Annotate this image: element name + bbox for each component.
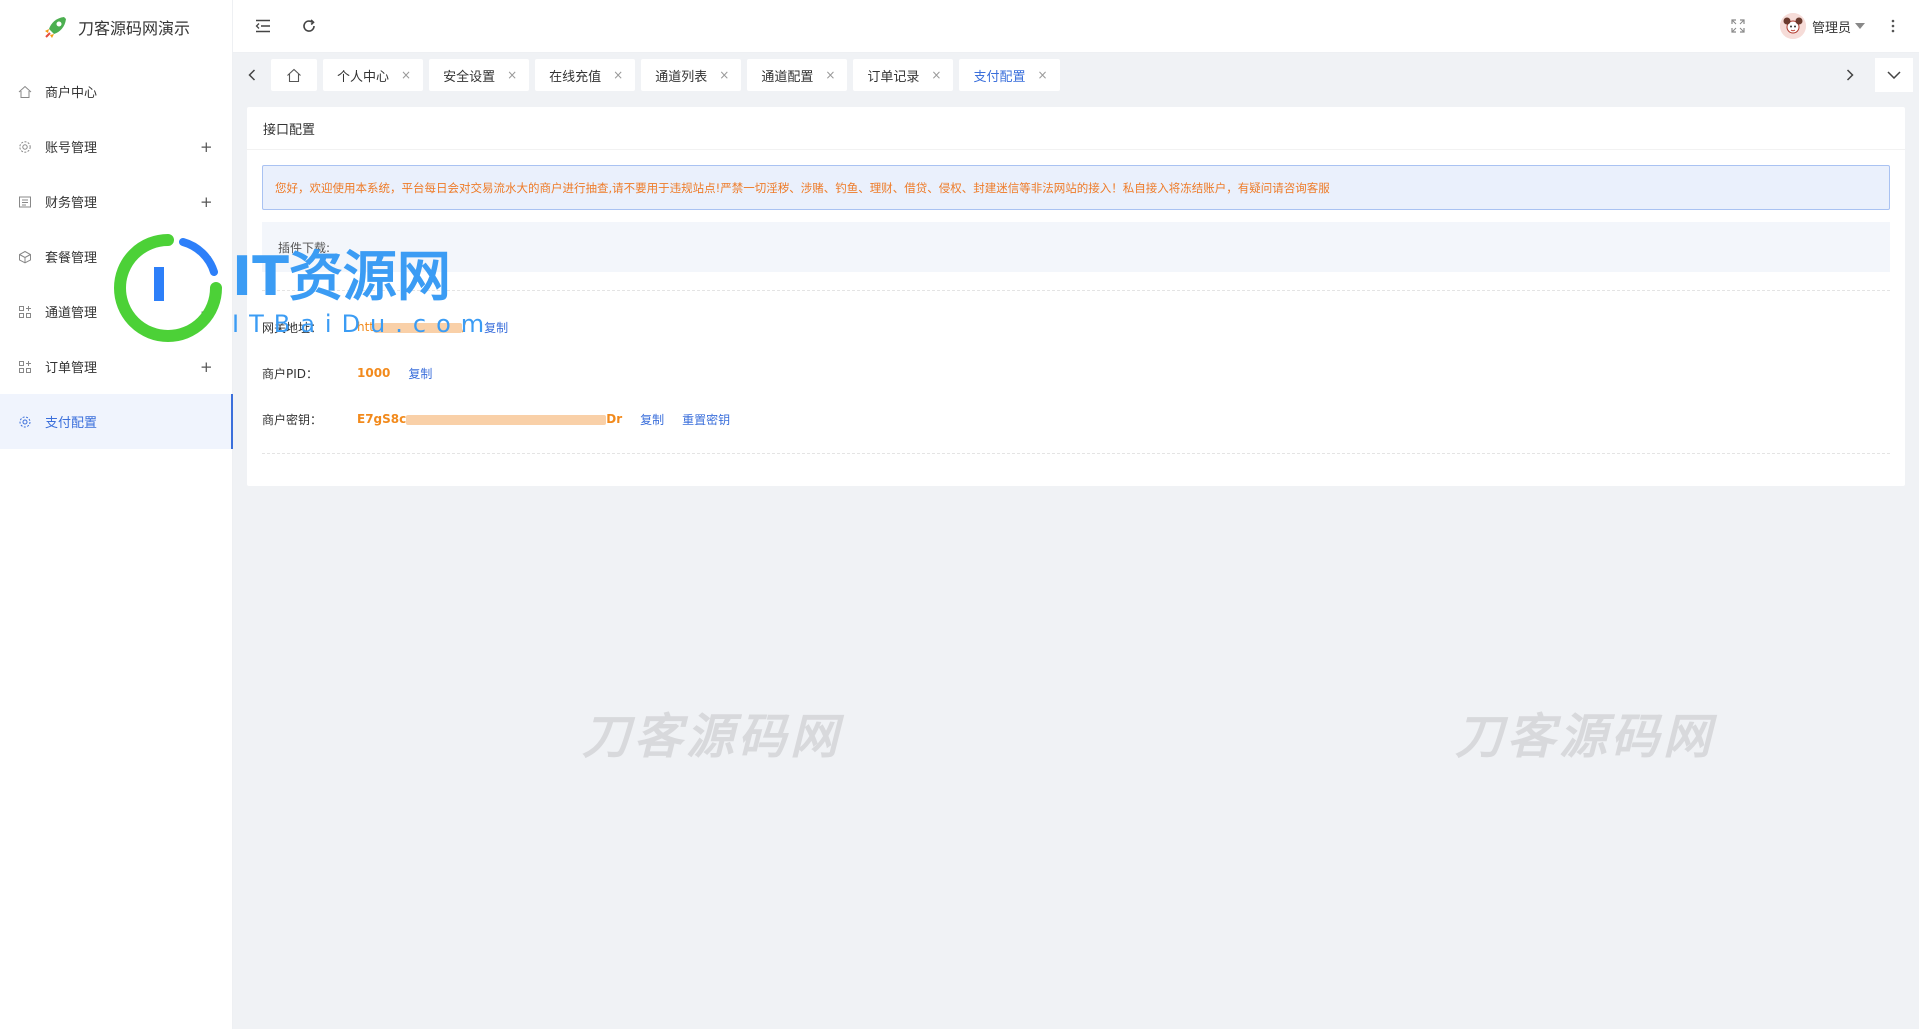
sidebar-item-orders[interactable]: 订单管理 + bbox=[0, 339, 232, 394]
tab-label: 支付配置 bbox=[973, 69, 1026, 85]
package-icon bbox=[18, 250, 32, 264]
expand-icon[interactable]: + bbox=[200, 193, 213, 211]
home-icon bbox=[18, 85, 32, 99]
tab-label: 通道配置 bbox=[761, 69, 814, 85]
more-vertical-icon[interactable] bbox=[1881, 14, 1905, 38]
sidebar-item-label: 商户中心 bbox=[45, 86, 98, 101]
sidebar-item-account[interactable]: 账号管理 + bbox=[0, 119, 232, 174]
key-value: E7gS8c Dr bbox=[357, 412, 622, 426]
top-header: 管理员 bbox=[233, 0, 1919, 53]
tab-label: 个人中心 bbox=[337, 69, 390, 85]
sidebar-item-label: 订单管理 bbox=[45, 361, 98, 376]
tabs-dropdown-icon[interactable] bbox=[1875, 58, 1913, 92]
pid-row: 商户PID： 1000 复制 bbox=[262, 363, 1905, 383]
user-name[interactable]: 管理员 bbox=[1812, 17, 1851, 36]
tab-payment-config[interactable]: 支付配置 × bbox=[959, 59, 1060, 91]
app-title: 刀客源码网演示 bbox=[78, 18, 191, 38]
close-icon[interactable]: × bbox=[613, 68, 623, 82]
refresh-icon[interactable] bbox=[297, 14, 321, 38]
gear-icon bbox=[18, 140, 32, 154]
tabs-bar: 个人中心 × 安全设置 × 在线充值 × 通道列表 × 通道配置 × 订单记录 … bbox=[233, 53, 1919, 97]
avatar[interactable] bbox=[1779, 13, 1806, 39]
close-icon[interactable]: × bbox=[931, 68, 941, 82]
home-icon bbox=[287, 68, 301, 82]
watermark-text: 刀客源码网 bbox=[582, 709, 843, 765]
expand-icon[interactable]: + bbox=[200, 358, 213, 376]
tab-order-records[interactable]: 订单记录 × bbox=[853, 59, 954, 91]
reset-key-button[interactable]: 重置密钥 bbox=[682, 411, 730, 428]
tab-personal-center[interactable]: 个人中心 × bbox=[323, 59, 424, 91]
redacted-bar bbox=[406, 414, 607, 425]
app-logo[interactable]: 刀客源码网演示 bbox=[0, 0, 232, 53]
divider bbox=[262, 453, 1890, 454]
sidebar-item-merchant-center[interactable]: 商户中心 bbox=[0, 64, 232, 119]
tab-label: 安全设置 bbox=[443, 69, 496, 85]
tab-channel-list[interactable]: 通道列表 × bbox=[641, 59, 742, 91]
key-label: 商户密钥： bbox=[262, 412, 323, 427]
tab-label: 订单记录 bbox=[867, 69, 920, 85]
sidebar: 刀客源码网演示 商户中心 账号管理 + 财务管理 + 套餐管理 + 通道管理 +… bbox=[0, 0, 233, 1029]
rocket-icon bbox=[45, 16, 66, 38]
close-icon[interactable]: × bbox=[719, 68, 729, 82]
card-title: 接口配置 bbox=[247, 107, 1905, 150]
tab-label: 通道列表 bbox=[655, 69, 708, 85]
tabs-list: 个人中心 × 安全设置 × 在线充值 × 通道列表 × 通道配置 × 订单记录 … bbox=[271, 59, 1060, 91]
copy-pid-button[interactable]: 复制 bbox=[408, 365, 432, 382]
sidebar-item-label: 财务管理 bbox=[45, 196, 98, 211]
tab-label: 在线充值 bbox=[549, 69, 602, 85]
watermark-text: 刀客源码网 bbox=[1455, 709, 1716, 765]
tab-channel-config[interactable]: 通道配置 × bbox=[747, 59, 848, 91]
sidebar-item-label: 账号管理 bbox=[45, 141, 98, 156]
close-icon[interactable]: × bbox=[825, 68, 835, 82]
apps-icon bbox=[18, 305, 32, 319]
finance-icon bbox=[18, 195, 32, 209]
settings-icon bbox=[18, 415, 32, 429]
it-logo-subtext: ITBaiDu.com bbox=[232, 310, 495, 338]
sidebar-item-payment-config[interactable]: 支付配置 bbox=[0, 394, 233, 449]
copy-key-button[interactable]: 复制 bbox=[640, 411, 664, 428]
tabs-scroll-right-icon[interactable] bbox=[1831, 53, 1869, 97]
notice-banner: 您好，欢迎使用本系统，平台每日会对交易流水大的商户进行抽查,请不要用于违规站点!… bbox=[262, 165, 1890, 210]
key-value-prefix: E7gS8c bbox=[357, 412, 407, 426]
it-logo-text: IT资源网 bbox=[232, 245, 451, 308]
chevron-down-icon[interactable] bbox=[1855, 23, 1865, 29]
key-value-suffix: Dr bbox=[606, 412, 623, 426]
tab-online-recharge[interactable]: 在线充值 × bbox=[535, 59, 636, 91]
pid-value: 1000 bbox=[357, 366, 391, 380]
close-icon[interactable]: × bbox=[1037, 68, 1047, 82]
collapse-menu-icon[interactable] bbox=[251, 14, 275, 38]
tab-security-settings[interactable]: 安全设置 × bbox=[429, 59, 530, 91]
expand-icon[interactable]: + bbox=[200, 138, 213, 156]
fullscreen-icon[interactable] bbox=[1726, 14, 1750, 38]
sidebar-item-finance[interactable]: 财务管理 + bbox=[0, 174, 232, 229]
apps-icon bbox=[18, 360, 32, 374]
tabs-scroll-left-icon[interactable] bbox=[233, 53, 271, 97]
key-row: 商户密钥： E7gS8c Dr 复制 重置密钥 bbox=[262, 409, 1905, 429]
close-icon[interactable]: × bbox=[401, 68, 411, 82]
tab-home[interactable] bbox=[271, 59, 317, 91]
sidebar-item-label: 支付配置 bbox=[45, 416, 98, 431]
close-icon[interactable]: × bbox=[507, 68, 517, 82]
pid-label: 商户PID： bbox=[262, 366, 319, 381]
